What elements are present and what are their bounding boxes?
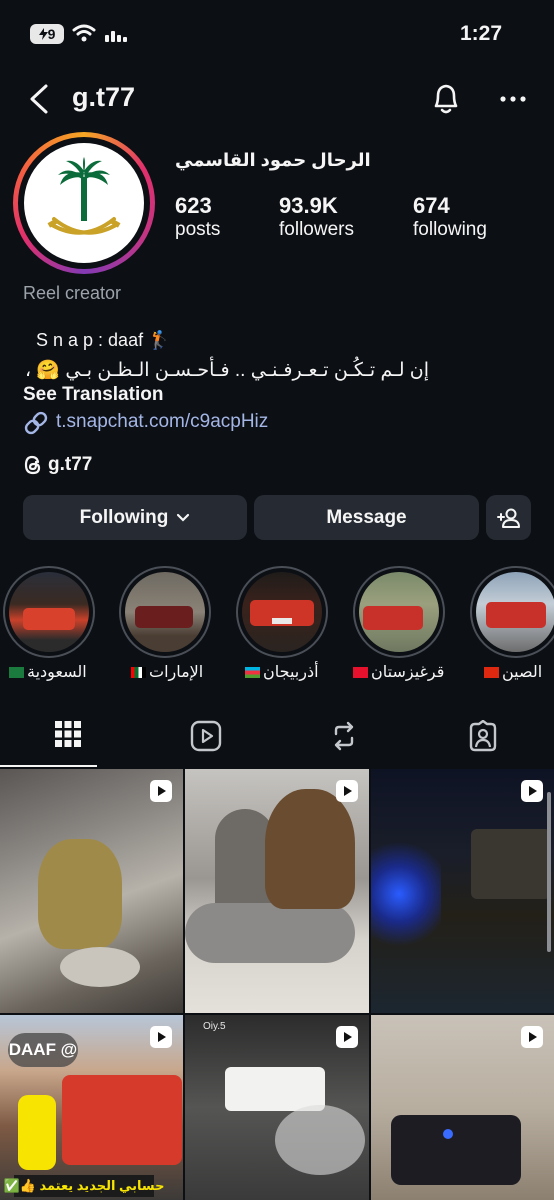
wifi-icon bbox=[72, 24, 96, 42]
reposts-tab-icon[interactable] bbox=[328, 720, 360, 752]
reel-badge-icon bbox=[150, 1026, 172, 1048]
saudi-emblem-logo bbox=[47, 157, 121, 235]
clock: 1:27 bbox=[459, 22, 502, 45]
highlight-3-label: أذربيجان bbox=[242, 662, 319, 682]
highlight-2-image bbox=[125, 572, 205, 652]
bio-line-1: S n a p : daaf 🏌 bbox=[36, 330, 171, 350]
flag-icon bbox=[353, 667, 368, 679]
more-options-icon[interactable] bbox=[500, 96, 526, 102]
following-button-label: Following bbox=[79, 506, 169, 528]
posts-count: 623 bbox=[175, 193, 212, 218]
post-2[interactable] bbox=[185, 769, 369, 1013]
following-count: 674 bbox=[413, 193, 450, 218]
reel-badge-icon bbox=[336, 1026, 358, 1048]
charging-icon bbox=[38, 28, 48, 40]
flag-icon bbox=[9, 667, 24, 679]
following-label: following bbox=[413, 219, 487, 240]
scrollbar[interactable] bbox=[547, 792, 551, 952]
tagged-tab-icon[interactable] bbox=[467, 720, 499, 752]
link-icon bbox=[24, 411, 48, 435]
threads-icon[interactable] bbox=[23, 454, 43, 476]
followers-label: followers bbox=[279, 219, 354, 240]
profile-category: Reel creator bbox=[23, 283, 122, 303]
username-title: g.t77 bbox=[72, 82, 136, 112]
add-person-icon bbox=[496, 508, 520, 528]
bio-line-2: إن لـم تـكُـن تـعـرفـنـي .. فـأحـسـن الـ… bbox=[25, 360, 429, 381]
post-6[interactable] bbox=[371, 1015, 554, 1200]
highlight-5-image bbox=[476, 572, 554, 652]
notification-bell-icon[interactable] bbox=[430, 80, 462, 116]
highlight-1-image bbox=[9, 572, 89, 652]
message-button-label: Message bbox=[326, 506, 407, 528]
post-4[interactable]: DAAF @ حسابي الجديد يعتمد 👍✅ bbox=[0, 1015, 183, 1200]
avatar[interactable] bbox=[24, 143, 144, 263]
active-tab-indicator bbox=[0, 765, 97, 767]
highlight-2-label: الإمارات bbox=[128, 662, 203, 682]
see-translation-link[interactable]: See Translation bbox=[23, 384, 163, 406]
posts-stat[interactable]: 623 posts bbox=[175, 193, 220, 241]
grid-tab-icon[interactable] bbox=[55, 721, 81, 747]
battery-indicator: 9 bbox=[30, 24, 64, 44]
reel-badge-icon bbox=[521, 1026, 543, 1048]
post-1[interactable] bbox=[0, 769, 183, 1013]
post-4-caption: حسابي الجديد يعتمد 👍✅ bbox=[3, 1175, 165, 1197]
status-bar: 9 1:27 bbox=[0, 0, 554, 70]
chevron-down-icon bbox=[177, 513, 190, 522]
profile-full-name: الرحال حمود القاسمي bbox=[175, 150, 371, 170]
highlight-3-image bbox=[242, 572, 322, 652]
post-5[interactable]: Oiy.5 bbox=[185, 1015, 369, 1200]
battery-level: 9 bbox=[47, 26, 56, 42]
following-button[interactable]: Following bbox=[23, 495, 247, 540]
post-3[interactable] bbox=[371, 769, 554, 1013]
reel-badge-icon bbox=[150, 780, 172, 802]
reel-badge-icon bbox=[521, 780, 543, 802]
highlight-4-label: قرغيزستان bbox=[350, 662, 444, 682]
threads-handle[interactable]: g.t77 bbox=[48, 454, 92, 476]
reel-badge-icon bbox=[336, 780, 358, 802]
highlight-1-label: السعودية bbox=[6, 662, 87, 682]
cellular-signal-icon bbox=[105, 31, 127, 42]
post-4-overlay-text: DAAF @ bbox=[8, 1033, 78, 1067]
flag-icon bbox=[484, 667, 499, 679]
following-stat[interactable]: 674 following bbox=[413, 193, 487, 241]
flag-icon bbox=[245, 667, 260, 679]
highlight-4-image bbox=[359, 572, 439, 652]
posts-label: posts bbox=[175, 219, 221, 240]
flag-icon bbox=[131, 667, 146, 679]
followers-stat[interactable]: 93.9K followers bbox=[279, 193, 354, 241]
bio-external-link[interactable]: t.snapchat.com/c9acpHiz bbox=[56, 411, 268, 433]
reels-tab-icon[interactable] bbox=[190, 720, 222, 752]
highlight-5-label: الصين bbox=[481, 662, 542, 682]
back-arrow-icon[interactable] bbox=[26, 82, 52, 116]
post-5-tag: Oiy.5 bbox=[203, 1021, 226, 1032]
suggested-people-button[interactable] bbox=[486, 495, 531, 540]
followers-count: 93.9K bbox=[279, 193, 338, 218]
message-button[interactable]: Message bbox=[254, 495, 479, 540]
